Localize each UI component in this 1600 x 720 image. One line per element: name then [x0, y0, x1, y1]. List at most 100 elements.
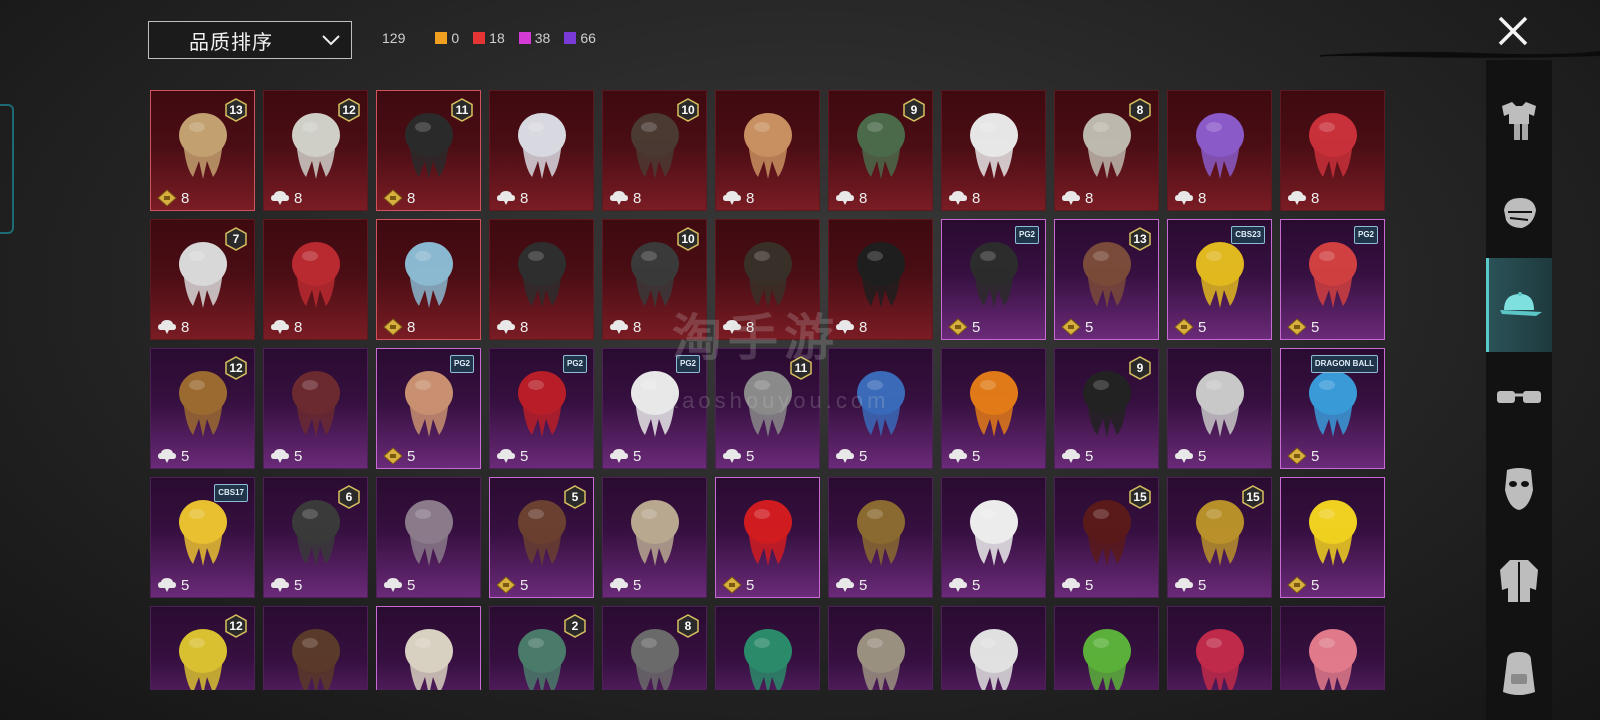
- item-card[interactable]: 5: [828, 348, 933, 469]
- level-number: 12: [229, 361, 243, 375]
- side-edge-tab[interactable]: [0, 104, 14, 234]
- item-card[interactable]: 5: [263, 606, 368, 690]
- cost-value: 5: [294, 576, 303, 594]
- cloud-coin-icon: [1175, 191, 1193, 205]
- item-card[interactable]: 5: [941, 348, 1046, 469]
- item-card[interactable]: 95: [1054, 348, 1159, 469]
- item-card[interactable]: 88: [1054, 90, 1159, 211]
- sort-dropdown[interactable]: 品质排序: [148, 21, 352, 59]
- item-card[interactable]: 5: [828, 477, 933, 598]
- category-hat[interactable]: [1486, 258, 1552, 352]
- item-card[interactable]: 8: [1167, 90, 1272, 211]
- cost-value: 8: [294, 318, 303, 336]
- red-long-hair-icon: [744, 500, 792, 566]
- category-face[interactable]: [1486, 166, 1552, 260]
- item-cost: 8: [1174, 189, 1206, 207]
- item-card[interactable]: 8: [489, 219, 594, 340]
- item-cost: 5: [157, 576, 189, 594]
- item-card[interactable]: PG2 5: [602, 348, 707, 469]
- item-card[interactable]: 8: [489, 90, 594, 211]
- cloud-coin-icon: [158, 320, 176, 334]
- item-card[interactable]: 5: [1280, 477, 1385, 598]
- item-card[interactable]: 78: [150, 219, 255, 340]
- item-card[interactable]: 15 5: [1167, 477, 1272, 598]
- item-card[interactable]: PG2 5: [1280, 219, 1385, 340]
- category-backpack[interactable]: [1486, 626, 1552, 720]
- item-cost: 5: [722, 576, 754, 594]
- cost-value: 5: [972, 576, 981, 594]
- item-card[interactable]: 11 8: [376, 90, 481, 211]
- item-card[interactable]: 10 8: [602, 90, 707, 211]
- item-card[interactable]: 25: [489, 606, 594, 690]
- item-card[interactable]: 5: [828, 606, 933, 690]
- cost-value: 5: [407, 447, 416, 465]
- item-grid-row: 12 5 5 PG2 5 PG2 5 PG2 5 11 5 5 5 9 5 5 DRAGON BALL 5: [150, 348, 1390, 469]
- category-mask[interactable]: [1486, 442, 1552, 536]
- item-card[interactable]: 5: [1280, 606, 1385, 690]
- level-badge: 8: [677, 614, 699, 638]
- cost-value: 5: [1085, 576, 1094, 594]
- item-card[interactable]: 85: [602, 606, 707, 690]
- item-cost: 5: [1287, 576, 1319, 594]
- item-card[interactable]: 5: [376, 606, 481, 690]
- item-card[interactable]: 98: [828, 90, 933, 211]
- blue-spiky-hair-icon: [1309, 371, 1357, 437]
- item-card[interactable]: 5: [263, 348, 368, 469]
- rarity-count-value: 38: [534, 30, 551, 46]
- cost-value: 8: [407, 189, 416, 207]
- item-card[interactable]: DRAGON BALL 5: [1280, 348, 1385, 469]
- cost-value: 8: [746, 189, 755, 207]
- item-card[interactable]: 5: [376, 477, 481, 598]
- item-card[interactable]: 5: [1054, 606, 1159, 690]
- item-cost: 8: [496, 189, 528, 207]
- item-card[interactable]: 5: [1167, 606, 1272, 690]
- item-card[interactable]: 65: [263, 477, 368, 598]
- item-card[interactable]: 5: [1167, 348, 1272, 469]
- item-card[interactable]: 8: [715, 219, 820, 340]
- cost-value: 5: [746, 447, 755, 465]
- category-glasses[interactable]: [1486, 350, 1552, 444]
- item-card[interactable]: 15 5: [1054, 477, 1159, 598]
- item-cost: 5: [1061, 447, 1093, 465]
- item-card[interactable]: PG2 5: [941, 219, 1046, 340]
- item-card[interactable]: 5: [715, 606, 820, 690]
- item-card[interactable]: 11 5: [715, 348, 820, 469]
- pirate-hat-icon: [857, 242, 905, 308]
- item-card[interactable]: 13 5: [1054, 219, 1159, 340]
- item-card[interactable]: 5: [941, 477, 1046, 598]
- item-card[interactable]: 125: [150, 606, 255, 690]
- item-cost: 5: [383, 447, 415, 465]
- item-card[interactable]: 12 8: [263, 90, 368, 211]
- cat-ear-headphones-icon: [1196, 242, 1244, 308]
- cloud-coin-icon: [271, 578, 289, 592]
- category-sidebar: [1486, 60, 1552, 720]
- item-card[interactable]: 55: [489, 477, 594, 598]
- item-card[interactable]: 5: [602, 477, 707, 598]
- item-grid-row: 7 8 8 8 8 10 8 8 8 PG2 5 13 5 CBS23 5 PG2 5: [150, 219, 1390, 340]
- rarity-counts: 129 0 18 38 66: [382, 30, 610, 46]
- item-card[interactable]: 5: [941, 606, 1046, 690]
- item-card[interactable]: 5: [715, 477, 820, 598]
- item-card[interactable]: 10 8: [602, 219, 707, 340]
- item-card[interactable]: CBS17 5: [150, 477, 255, 598]
- rarity-count-magenta: 38: [518, 30, 551, 46]
- category-outfit[interactable]: [1486, 74, 1552, 168]
- item-card[interactable]: 13 8: [150, 90, 255, 211]
- level-badge: 13: [1129, 227, 1151, 251]
- item-card[interactable]: 8: [715, 90, 820, 211]
- item-card[interactable]: 8: [941, 90, 1046, 211]
- item-card[interactable]: PG2 5: [376, 348, 481, 469]
- item-card[interactable]: 8: [263, 219, 368, 340]
- item-grid: 13 8 12 8 11 8 8 10 8 8 9 8 8 8 8 8 8 7 8 8 8 8 10 8 8 8 PG2 5 13 5 CB…: [150, 90, 1390, 690]
- category-jacket[interactable]: [1486, 534, 1552, 628]
- item-card[interactable]: PG2 5: [489, 348, 594, 469]
- item-card[interactable]: CBS23 5: [1167, 219, 1272, 340]
- item-card[interactable]: 8: [828, 219, 933, 340]
- event-tag-badge: CBS23: [1231, 226, 1265, 244]
- close-icon[interactable]: [1496, 14, 1530, 48]
- item-card[interactable]: 125: [150, 348, 255, 469]
- red-brown-hair-icon: [292, 371, 340, 437]
- gold-coin-icon: [496, 576, 516, 594]
- item-card[interactable]: 8: [1280, 90, 1385, 211]
- item-card[interactable]: 8: [376, 219, 481, 340]
